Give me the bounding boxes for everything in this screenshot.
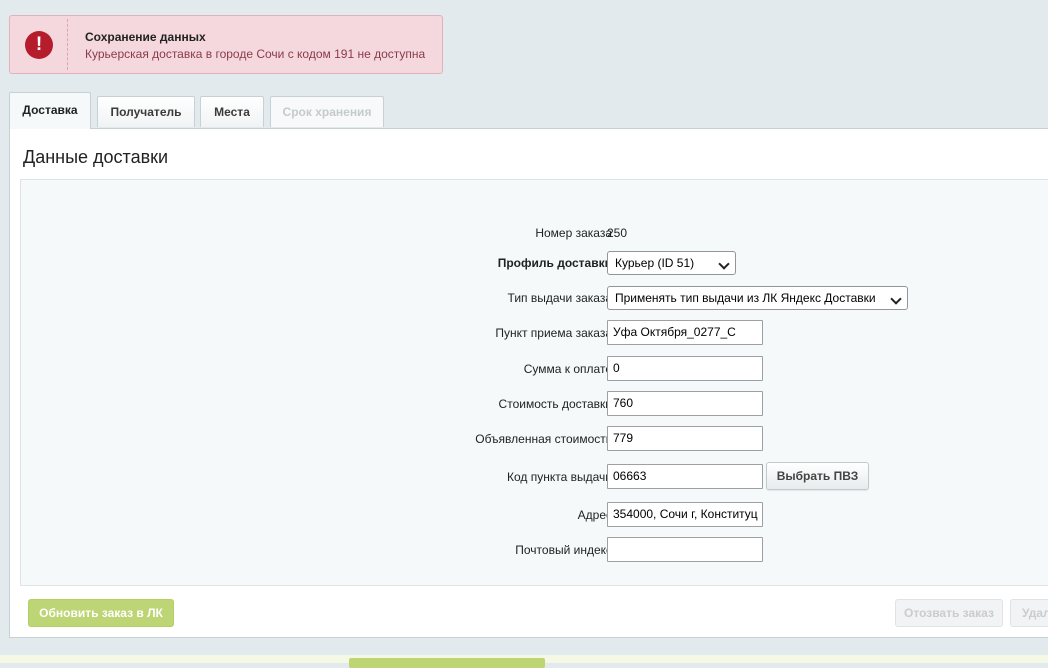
tab-storage-period[interactable]: Срок хранения — [270, 96, 384, 127]
postal-label: Почтовый индекс — [515, 543, 612, 557]
delete-order-button[interactable]: Удал — [1010, 599, 1048, 627]
error-alert: ! Сохранение данных Курьерская доставка … — [9, 15, 443, 74]
issue-type-select[interactable]: Применять тип выдачи из ЛК Яндекс Достав… — [607, 286, 908, 310]
delivery-panel: Данные доставки Номер заказа 250 Профиль… — [9, 128, 1048, 638]
choose-pvz-button[interactable]: Выбрать ПВЗ — [766, 462, 869, 490]
postal-field[interactable] — [607, 537, 763, 562]
delivery-cost-field[interactable]: 760 — [607, 391, 763, 416]
tab-recipient[interactable]: Получатель — [97, 96, 195, 127]
alert-title: Сохранение данных — [85, 30, 206, 44]
pvz-code-field[interactable]: 06663 — [607, 464, 763, 489]
profile-select[interactable]: Курьер (ID 51) — [607, 251, 736, 275]
address-field[interactable]: 354000, Сочи г, Конституц — [607, 502, 763, 527]
tab-delivery[interactable]: Доставка — [9, 92, 91, 129]
alert-message: Курьерская доставка в городе Сочи с кодо… — [85, 47, 426, 61]
issue-type-label: Тип выдачи заказа — [507, 291, 612, 305]
declared-value-label: Объявленная стоимость — [475, 432, 612, 446]
chevron-down-icon — [890, 293, 902, 305]
alert-divider — [67, 19, 68, 70]
profile-select-value: Курьер (ID 51) — [615, 256, 695, 270]
order-number-label: Номер заказа — [535, 226, 612, 240]
recall-order-button[interactable]: Отозвать заказ — [895, 599, 1003, 627]
exclamation-icon: ! — [25, 31, 53, 59]
issue-type-select-value: Применять тип выдачи из ЛК Яндекс Достав… — [615, 291, 876, 305]
update-order-button[interactable]: Обновить заказ в ЛК — [28, 599, 174, 627]
chevron-down-icon — [718, 258, 730, 270]
order-number-value: 250 — [607, 226, 628, 240]
pvz-code-label: Код пункта выдачи — [507, 470, 612, 484]
delivery-form: Номер заказа 250 Профиль доставки Курьер… — [20, 179, 1048, 586]
footer-button[interactable] — [349, 658, 545, 668]
amount-label: Сумма к оплате — [523, 362, 612, 376]
profile-label: Профиль доставки — [497, 256, 612, 270]
declared-value-field[interactable]: 779 — [607, 426, 763, 451]
pickup-point-label: Пункт приема заказа — [495, 326, 612, 340]
pickup-point-field[interactable]: Уфа Октября_0277_С — [607, 320, 763, 345]
panel-title: Данные доставки — [23, 147, 169, 167]
amount-field[interactable]: 0 — [607, 356, 763, 381]
delivery-cost-label: Стоимость доставки — [498, 397, 612, 411]
tab-places[interactable]: Места — [200, 96, 264, 127]
